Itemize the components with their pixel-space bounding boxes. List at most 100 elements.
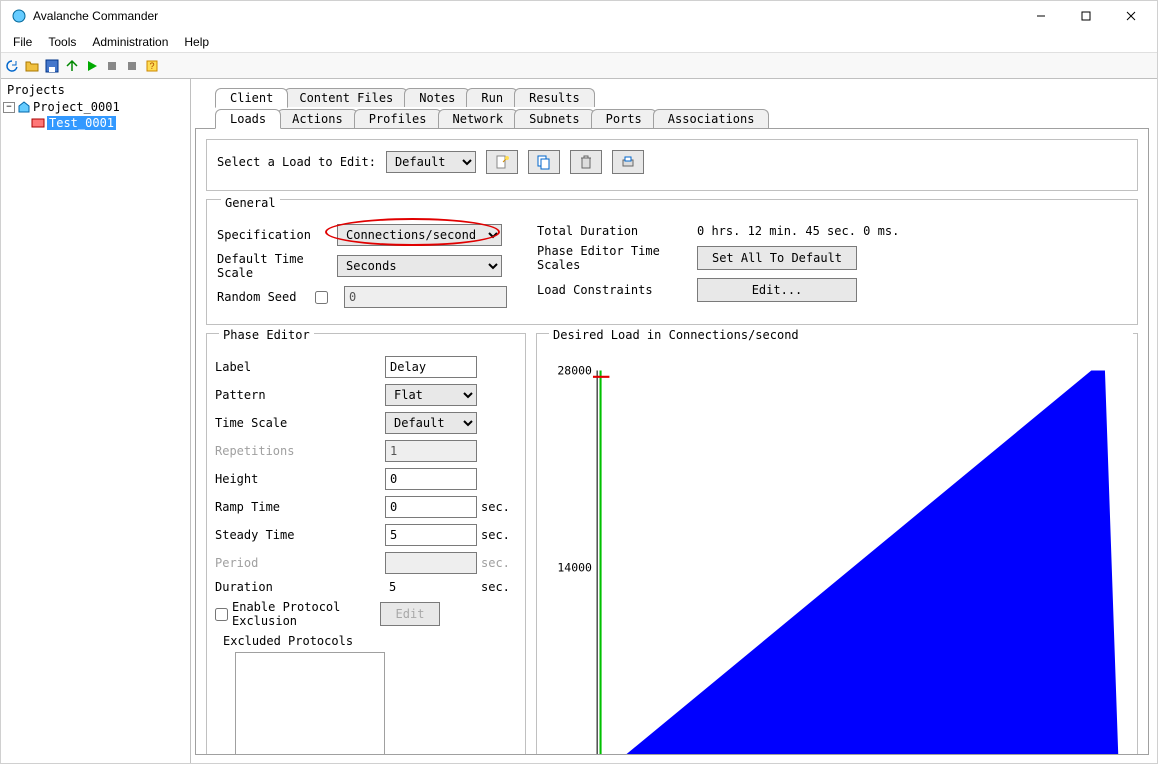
constraints-label: Load Constraints xyxy=(537,283,687,297)
set-all-default-button[interactable]: Set All To Default xyxy=(697,246,857,270)
projects-label: Projects xyxy=(3,81,188,99)
chart-block: Desired Load in Connections/second 01400… xyxy=(536,333,1138,755)
open-icon[interactable] xyxy=(23,57,41,75)
copy-load-icon[interactable] xyxy=(528,150,560,174)
seed-checkbox[interactable] xyxy=(315,291,328,304)
project-icon xyxy=(17,100,31,114)
subtab-subnets[interactable]: Subnets xyxy=(514,109,595,128)
phase-editor-legend: Phase Editor xyxy=(219,328,314,342)
pe-steady-unit: sec. xyxy=(481,528,511,542)
tree-test-label: Test_0001 xyxy=(47,116,116,130)
delete-load-icon[interactable] xyxy=(570,150,602,174)
pe-excl-edit-button: Edit xyxy=(380,602,440,626)
stop-icon[interactable] xyxy=(103,57,121,75)
edit-constraints-button[interactable]: Edit... xyxy=(697,278,857,302)
pe-timescale-l: Time Scale xyxy=(215,416,385,430)
total-duration-label: Total Duration xyxy=(537,224,687,238)
pe-excluded-list[interactable] xyxy=(235,652,385,755)
menu-help[interactable]: Help xyxy=(176,33,217,51)
pe-height-input[interactable] xyxy=(385,468,477,490)
timescale-label: Default Time Scale xyxy=(217,252,327,280)
pe-reps-l: Repetitions xyxy=(215,444,385,458)
pe-period-input xyxy=(385,552,477,574)
tab-notes[interactable]: Notes xyxy=(404,88,470,107)
subtab-loads[interactable]: Loads xyxy=(215,109,281,129)
menubar: File Tools Administration Help xyxy=(1,31,1157,53)
print-load-icon[interactable] xyxy=(612,150,644,174)
timescale-select[interactable]: Seconds xyxy=(337,255,502,277)
tab-results[interactable]: Results xyxy=(514,88,595,107)
app-icon xyxy=(11,8,27,24)
close-button[interactable] xyxy=(1108,2,1153,30)
loads-panel: Select a Load to Edit: Default General xyxy=(195,129,1149,755)
pe-duration-l: Duration xyxy=(215,580,385,594)
minimize-button[interactable] xyxy=(1018,2,1063,30)
subtab-associations[interactable]: Associations xyxy=(653,109,770,128)
phase-scales-label: Phase Editor Time Scales xyxy=(537,244,687,272)
pe-duration-v: 5 xyxy=(385,580,477,594)
subtab-profiles[interactable]: Profiles xyxy=(354,109,442,128)
save-icon[interactable] xyxy=(43,57,61,75)
tree-test-node[interactable]: Test_0001 xyxy=(3,115,188,131)
phase-editor-block: Phase Editor Label PatternFlat Time Scal… xyxy=(206,333,526,755)
pe-label-l: Label xyxy=(215,360,385,374)
pe-period-l: Period xyxy=(215,556,385,570)
maximize-button[interactable] xyxy=(1063,2,1108,30)
svg-text:28000: 28000 xyxy=(557,364,592,378)
stop-rec-icon[interactable] xyxy=(123,57,141,75)
collapse-icon[interactable]: − xyxy=(3,102,15,113)
top-tabs: Client Content Files Notes Run Results xyxy=(195,87,1149,107)
subtab-network[interactable]: Network xyxy=(438,109,519,128)
general-block: General Specification Connections/second… xyxy=(206,199,1138,325)
pe-label-input[interactable] xyxy=(385,356,477,378)
tab-client[interactable]: Client xyxy=(215,88,288,108)
new-load-icon[interactable] xyxy=(486,150,518,174)
load-chart: 014000280000191.2382.5573.8765Seconds xyxy=(545,360,1129,755)
test-icon xyxy=(31,116,45,130)
svg-text:?: ? xyxy=(149,61,154,71)
pe-pattern-select[interactable]: Flat xyxy=(385,384,477,406)
svg-text:14000: 14000 xyxy=(557,561,592,575)
sub-tabs: Loads Actions Profiles Network Subnets P… xyxy=(195,109,1149,129)
help-icon[interactable]: ? xyxy=(143,57,161,75)
export-icon[interactable] xyxy=(63,57,81,75)
general-legend: General xyxy=(221,196,280,210)
select-load-block: Select a Load to Edit: Default xyxy=(206,139,1138,191)
pe-steady-input[interactable] xyxy=(385,524,477,546)
toolbar: ? xyxy=(1,53,1157,79)
pe-enable-excl-l: Enable Protocol Exclusion xyxy=(232,600,380,628)
menu-tools[interactable]: Tools xyxy=(40,33,84,51)
subtab-ports[interactable]: Ports xyxy=(591,109,657,128)
pe-ramp-l: Ramp Time xyxy=(215,500,385,514)
specification-select[interactable]: Connections/second xyxy=(337,224,502,246)
pe-height-l: Height xyxy=(215,472,385,486)
total-duration-value: 0 hrs. 12 min. 45 sec. 0 ms. xyxy=(697,224,899,238)
play-icon[interactable] xyxy=(83,57,101,75)
pe-excl-legend: Excluded Protocols xyxy=(223,634,353,648)
load-select[interactable]: Default xyxy=(386,151,476,173)
sidebar: Projects − Project_0001 Test_0001 xyxy=(1,79,191,763)
menu-administration[interactable]: Administration xyxy=(84,33,176,51)
spec-label: Specification xyxy=(217,228,327,242)
pe-enable-excl-checkbox[interactable] xyxy=(215,608,228,621)
window-title: Avalanche Commander xyxy=(33,9,1018,23)
seed-label: Random Seed xyxy=(217,290,323,304)
pe-timescale-select[interactable]: Default xyxy=(385,412,477,434)
pe-reps-input xyxy=(385,440,477,462)
pe-ramp-input[interactable] xyxy=(385,496,477,518)
pe-duration-unit: sec. xyxy=(481,580,511,594)
titlebar: Avalanche Commander xyxy=(1,1,1157,31)
pe-period-unit: sec. xyxy=(481,556,511,570)
select-load-label: Select a Load to Edit: xyxy=(217,155,376,169)
tab-run[interactable]: Run xyxy=(466,88,518,107)
chart-title: Desired Load in Connections/second xyxy=(549,328,1133,342)
main-area: Client Content Files Notes Run Results L… xyxy=(191,79,1157,763)
tree-project-node[interactable]: − Project_0001 xyxy=(3,99,188,115)
menu-file[interactable]: File xyxy=(5,33,40,51)
refresh-icon[interactable] xyxy=(3,57,21,75)
subtab-actions[interactable]: Actions xyxy=(277,109,358,128)
tab-content-files[interactable]: Content Files xyxy=(284,88,408,107)
seed-input xyxy=(344,286,507,308)
pe-pattern-l: Pattern xyxy=(215,388,385,402)
pe-steady-l: Steady Time xyxy=(215,528,385,542)
